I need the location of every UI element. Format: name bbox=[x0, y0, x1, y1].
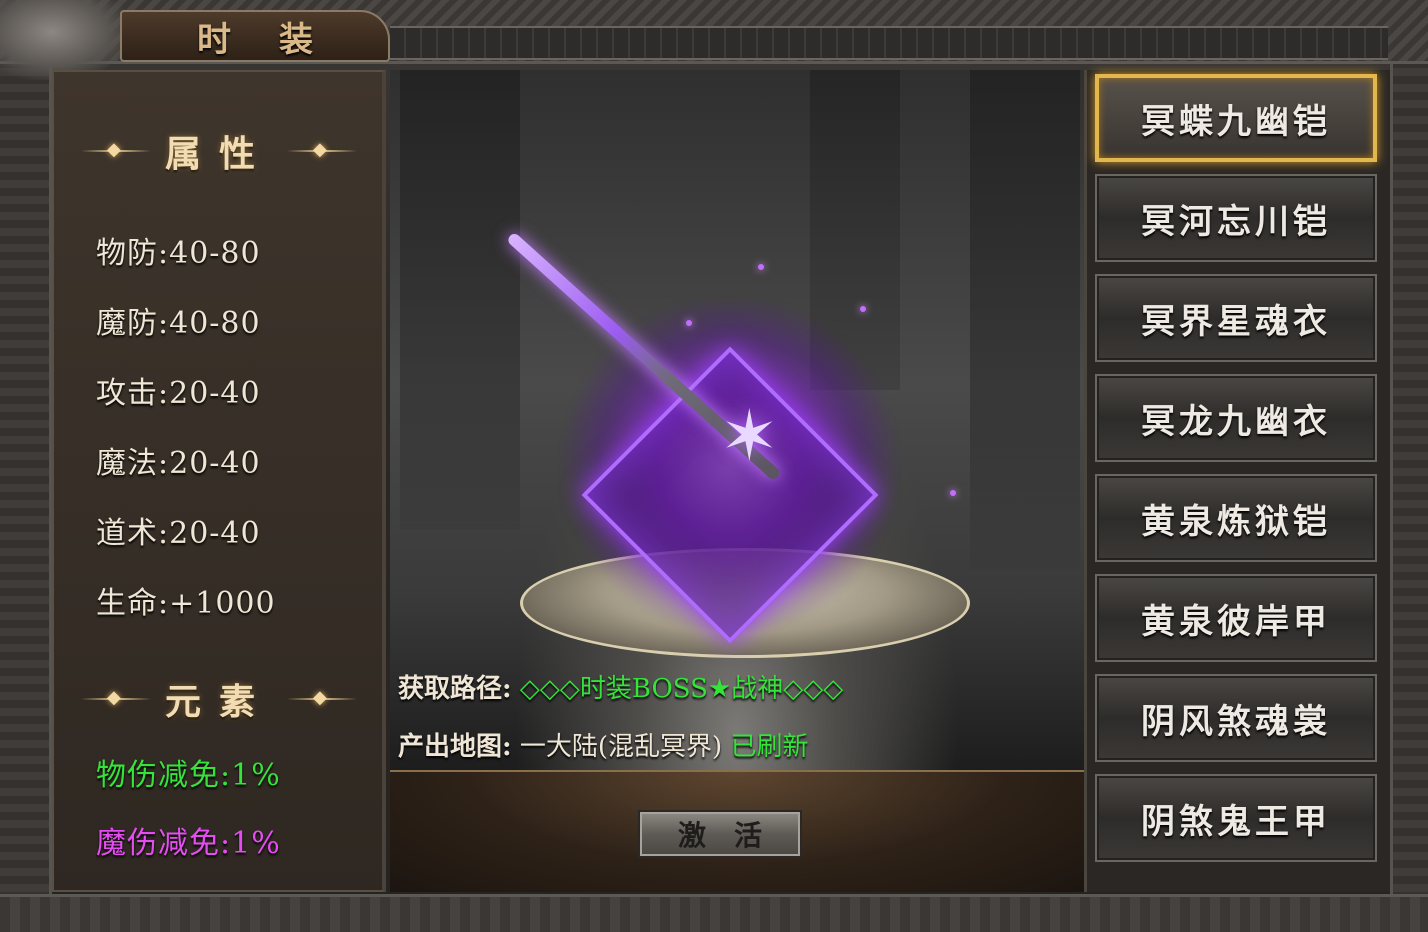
stat-attack: 攻击:20-40 bbox=[96, 376, 261, 411]
action-bar: 激活 bbox=[390, 770, 1084, 892]
element-physical-reduction: 物伤减免:1% bbox=[96, 758, 281, 793]
spark bbox=[950, 490, 956, 496]
dragon-corner-icon bbox=[0, 0, 130, 80]
ornament-right-icon bbox=[287, 139, 357, 160]
map-label: 产出地图: bbox=[398, 732, 512, 762]
costume-item[interactable]: 黄泉彼岸甲 bbox=[1095, 574, 1377, 662]
frame-bottom-border bbox=[0, 894, 1428, 932]
rock-pillar bbox=[970, 70, 1080, 570]
spark bbox=[686, 320, 692, 326]
stat-magic: 魔法:20-40 bbox=[96, 446, 261, 481]
ornament-left-icon bbox=[80, 139, 151, 160]
costume-preview-scene: ✶ 获取路径: ◇◇◇时装BOSS★战神◇◇◇ 产出地图: 一大陆(混乱冥界) … bbox=[390, 70, 1084, 770]
elements-section-title: 元素 bbox=[164, 681, 273, 723]
game-window-frame: 时装 属性 物防:40-80 魔防:40-80 攻击:20-40 魔法:20-4… bbox=[0, 0, 1428, 932]
attributes-section-title: 属性 bbox=[164, 133, 273, 175]
rock-pillar bbox=[400, 70, 520, 530]
source-line: 获取路径: ◇◇◇时装BOSS★战神◇◇◇ bbox=[398, 668, 843, 705]
map-line: 产出地图: 一大陆(混乱冥界) 已刷新 bbox=[398, 726, 808, 763]
costume-item[interactable]: 阴风煞魂裳 bbox=[1095, 674, 1377, 762]
frame-right-border bbox=[1390, 64, 1428, 932]
frame-left-border bbox=[0, 64, 52, 932]
spark bbox=[860, 306, 866, 312]
source-label: 获取路径: bbox=[398, 674, 512, 704]
spark bbox=[758, 264, 764, 270]
costume-list: 冥蝶九幽铠 冥河忘川铠 冥界星魂衣 冥龙九幽衣 黄泉炼狱铠 黄泉彼岸甲 阴风煞魂… bbox=[1084, 70, 1390, 892]
activate-button[interactable]: 激活 bbox=[638, 810, 802, 858]
element-magic-reduction: 魔伤减免:1% bbox=[96, 826, 281, 861]
stat-taoism: 道术:20-40 bbox=[96, 516, 261, 551]
elements-section-header: 元素 bbox=[54, 674, 384, 724]
stat-physical-defense: 物防:40-80 bbox=[96, 236, 261, 271]
costume-item[interactable]: 冥龙九幽衣 bbox=[1095, 374, 1377, 462]
ornament-right-icon bbox=[287, 687, 357, 708]
light-burst-icon: ✶ bbox=[720, 395, 779, 477]
stat-hp: 生命:+1000 bbox=[96, 586, 276, 621]
costume-item[interactable]: 冥界星魂衣 bbox=[1095, 274, 1377, 362]
window-title: 时装 bbox=[197, 19, 361, 60]
costume-item[interactable]: 阴煞鬼王甲 bbox=[1095, 774, 1377, 862]
attribute-panel: 属性 物防:40-80 魔防:40-80 攻击:20-40 魔法:20-40 道… bbox=[52, 70, 386, 892]
costume-item[interactable]: 黄泉炼狱铠 bbox=[1095, 474, 1377, 562]
window-title-plate: 时装 bbox=[120, 10, 390, 62]
stat-magic-defense: 魔防:40-80 bbox=[96, 306, 261, 341]
costume-item[interactable]: 冥河忘川铠 bbox=[1095, 174, 1377, 262]
map-status: 已刷新 bbox=[730, 732, 809, 762]
attributes-section-header: 属性 bbox=[54, 126, 384, 176]
costume-item[interactable]: 冥蝶九幽铠 bbox=[1095, 74, 1377, 162]
source-value: ◇◇◇时装BOSS★战神◇◇◇ bbox=[519, 674, 844, 704]
ornament-left-icon bbox=[80, 687, 151, 708]
map-value: 一大陆(混乱冥界) bbox=[519, 732, 723, 762]
